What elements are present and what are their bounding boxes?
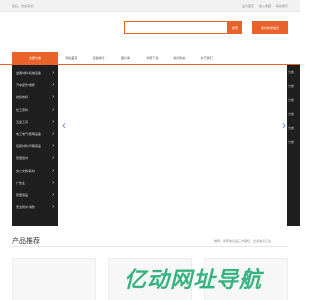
chevron-right-icon: › <box>52 106 54 113</box>
chevron-right-icon: › <box>52 191 54 198</box>
nav-item-news[interactable]: 新闻动态 <box>166 56 193 60</box>
sidebar-item[interactable]: 包装材料/印刷用品 › <box>12 140 58 152</box>
section-note: 推荐，商家信息第三方审核，企业信息汇总 <box>214 239 272 243</box>
chevron-right-icon: › <box>52 94 54 101</box>
chevron-right-icon: › <box>52 167 54 174</box>
sidebar-item[interactable]: 金属材料/机械设备 › <box>12 67 58 79</box>
carousel-prev-icon[interactable]: ‹ <box>62 118 66 132</box>
search-input[interactable] <box>124 21 228 34</box>
chevron-right-icon: › <box>52 118 54 125</box>
chevron-right-icon: › <box>52 82 54 89</box>
watermark-logo: 亿动网址导航 <box>124 267 263 292</box>
sidebar-item[interactable]: 安全防护/消防 › <box>12 201 58 213</box>
sidebar-item[interactable]: 家居建材 › <box>12 152 58 164</box>
product-card[interactable] <box>12 258 96 300</box>
right-strip-item[interactable]: 分类 <box>287 107 300 121</box>
sidebar-item[interactable]: 广告业 › <box>12 177 58 189</box>
nav-item-images[interactable]: 图片库 <box>112 56 139 60</box>
sidebar-item[interactable]: 化工原料 › <box>12 104 58 116</box>
banner-carousel <box>58 65 300 226</box>
top-link-favorite[interactable]: 加入收藏 <box>259 4 271 8</box>
right-strip-item[interactable]: 分类 <box>287 135 300 149</box>
chevron-right-icon: › <box>52 155 54 162</box>
welcome-text: 您好，欢迎来访！ <box>12 4 37 8</box>
chevron-right-icon: › <box>52 131 54 138</box>
sidebar-item[interactable]: 五金工具 › <box>12 116 58 128</box>
sidebar-item-label: 家居用品 <box>16 192 29 197</box>
sidebar-item-label: 化工原料 <box>16 107 29 112</box>
sidebar-item-label: 广告业 <box>16 180 26 185</box>
top-link-contact[interactable]: 联系我们 <box>276 4 288 8</box>
sidebar-item-label: 五金工具 <box>16 119 29 124</box>
section-title-products: 产品推荐 <box>12 238 40 245</box>
sidebar-item-label: 家居建材 <box>16 156 29 161</box>
chevron-right-icon: › <box>52 143 54 150</box>
sidebar-item-label: 汽车配件/维修 <box>16 83 35 88</box>
sidebar-item[interactable]: 家居用品 › <box>12 189 58 201</box>
top-link-homepage[interactable]: 设为首页 <box>242 4 254 8</box>
right-strip-item[interactable]: 分类 <box>287 121 300 135</box>
top-bar: 您好，欢迎来访！ 设为首页 加入收藏 联系我们 <box>0 0 300 12</box>
right-strip-item[interactable]: 分类 <box>287 79 300 93</box>
nav-all-categories[interactable]: 全部分类 <box>12 52 58 64</box>
carousel-next-icon[interactable]: › <box>282 118 286 132</box>
sidebar-item-label: 纺织布料 <box>16 95 29 100</box>
sidebar-item[interactable]: 纺织布料 › <box>12 91 58 103</box>
sidebar-item-label: 安全防护/消防 <box>16 205 35 210</box>
sidebar-item-label: 电工电气/照明设备 <box>16 132 41 137</box>
top-links: 设为首页 加入收藏 联系我们 <box>242 4 288 8</box>
main-nav: 全部分类 网站首页 店铺排行 图片库 商家下载 新闻动态 关于我们 <box>12 52 300 64</box>
sidebar-item[interactable]: 电工电气/照明设备 › <box>12 128 58 140</box>
nav-item-about[interactable]: 关于我们 <box>193 56 220 60</box>
nav-item-shops[interactable]: 店铺排行 <box>85 56 112 60</box>
right-strip-item[interactable]: 分类 <box>287 93 300 107</box>
chevron-right-icon: › <box>52 179 54 186</box>
publish-button[interactable]: 发布供求信息 <box>252 21 288 34</box>
sidebar-item-label: 金属材料/机械设备 <box>16 71 41 76</box>
section-divider <box>12 246 288 247</box>
sidebar-item[interactable]: 办公文教/耗材 › <box>12 165 58 177</box>
nav-item-download[interactable]: 商家下载 <box>139 56 166 60</box>
sidebar-item-label: 办公文教/耗材 <box>16 168 35 173</box>
sidebar-item-label: 包装材料/印刷用品 <box>16 144 41 149</box>
chevron-right-icon: › <box>52 204 54 211</box>
search-button[interactable]: 搜索 <box>228 21 242 34</box>
category-sidebar: 金属材料/机械设备 › 汽车配件/维修 › 纺织布料 › 化工原料 › 五金工具 › 电工… <box>12 65 58 226</box>
nav-item-home[interactable]: 网站首页 <box>58 56 85 60</box>
right-strip-item[interactable]: 分类 <box>287 65 300 79</box>
right-category-strip: 分类 分类 分类 分类 分类 分类 <box>287 65 300 226</box>
chevron-right-icon: › <box>52 70 54 77</box>
sidebar-item[interactable]: 汽车配件/维修 › <box>12 79 58 91</box>
